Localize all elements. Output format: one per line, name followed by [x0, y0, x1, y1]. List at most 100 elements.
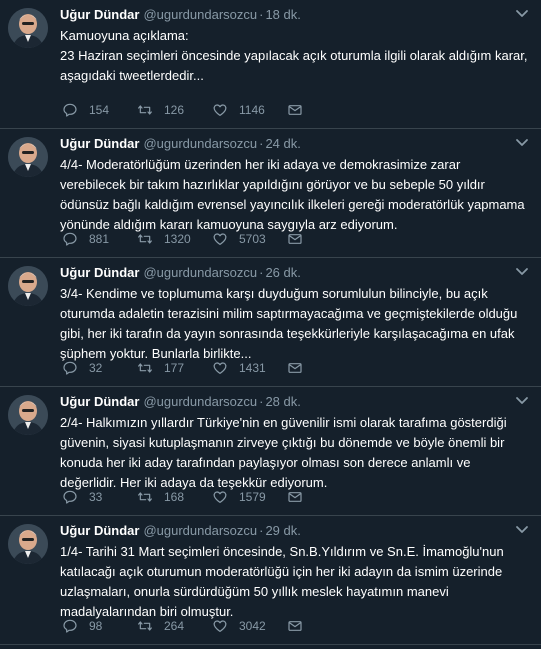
tweet-text: 2/4- Halkımızın yıllardır Türkiye'nin en… — [60, 415, 507, 490]
retweet-count: 264 — [164, 619, 185, 633]
avatar[interactable] — [8, 524, 48, 564]
reply-count: 881 — [89, 232, 110, 246]
direct-message-button[interactable] — [287, 489, 314, 505]
chevron-down-icon[interactable] — [515, 267, 529, 277]
envelope-icon — [288, 105, 302, 115]
retweet-count: 126 — [164, 103, 185, 117]
reply-icon — [63, 232, 77, 246]
tweet-actions: 881 1320 5703 — [62, 231, 314, 247]
tweet-actions: 98 264 3042 — [62, 618, 314, 634]
author-name[interactable]: Uğur Dündar — [60, 7, 139, 22]
tweet-text: 4/4- Moderatörlüğüm üzerinden her iki ad… — [60, 157, 525, 232]
author-name[interactable]: Uğur Dündar — [60, 265, 139, 280]
tweet[interactable]: Uğur Dündar @ugurdundarsozcu · 26 dk. 3/4- … — [0, 258, 541, 387]
author-handle[interactable]: @ugurdundarsozcu — [143, 523, 257, 538]
chevron-down-icon[interactable] — [515, 9, 529, 19]
author-handle[interactable]: @ugurdundarsozcu — [143, 136, 257, 151]
heart-icon — [213, 491, 227, 503]
reply-icon — [63, 619, 77, 633]
avatar-photo — [8, 137, 48, 177]
tweet[interactable]: Uğur Dündar @ugurdundarsozcu · 28 dk. 2/4- … — [0, 387, 541, 516]
reply-button[interactable]: 33 — [62, 489, 137, 505]
tweet-timestamp[interactable]: 24 dk. — [265, 136, 300, 151]
chevron-down-icon[interactable] — [515, 396, 529, 406]
author-handle[interactable]: @ugurdundarsozcu — [143, 394, 257, 409]
retweet-button[interactable]: 264 — [137, 618, 212, 634]
direct-message-button[interactable] — [287, 231, 314, 247]
tweet[interactable]: Uğur Dündar @ugurdundarsozcu · 18 dk. Kamuo… — [0, 0, 541, 129]
author-handle[interactable]: @ugurdundarsozcu — [143, 265, 257, 280]
like-button[interactable]: 1579 — [212, 489, 287, 505]
retweet-count: 177 — [164, 361, 185, 375]
envelope-icon — [288, 234, 302, 244]
tweet-timestamp[interactable]: 29 dk. — [265, 523, 300, 538]
retweet-button[interactable]: 126 — [137, 102, 212, 118]
avatar[interactable] — [8, 266, 48, 306]
retweet-icon — [138, 234, 152, 244]
tweet[interactable]: Uğur Dündar @ugurdundarsozcu · 24 dk. 4/4- … — [0, 129, 541, 258]
chevron-down-icon[interactable] — [515, 525, 529, 535]
reply-button[interactable]: 881 — [62, 231, 137, 247]
reply-count: 154 — [89, 103, 110, 117]
retweet-icon — [138, 492, 152, 502]
avatar[interactable] — [8, 8, 48, 48]
retweet-icon — [138, 105, 152, 115]
tweet-actions: 154 126 1146 — [62, 102, 314, 118]
retweet-count: 168 — [164, 490, 185, 504]
envelope-icon — [288, 363, 302, 373]
reply-count: 98 — [89, 619, 103, 633]
tweet-text: 1/4- Tarihi 31 Mart seçimleri öncesinde,… — [60, 544, 504, 619]
retweet-button[interactable]: 177 — [137, 360, 212, 376]
heart-icon — [213, 620, 227, 632]
separator-dot: · — [259, 265, 264, 280]
direct-message-button[interactable] — [287, 360, 314, 376]
avatar[interactable] — [8, 137, 48, 177]
tweet-text: 3/4- Kendime ve toplumuma karşı duyduğum… — [60, 286, 518, 361]
like-button[interactable]: 1146 — [212, 102, 287, 118]
separator-dot: · — [259, 7, 264, 22]
author-name[interactable]: Uğur Dündar — [60, 394, 139, 409]
avatar-photo — [8, 266, 48, 306]
separator-dot: · — [259, 523, 264, 538]
retweet-count: 1320 — [164, 232, 191, 246]
avatar-photo — [8, 8, 48, 48]
tweet-actions: 33 168 1579 — [62, 489, 314, 505]
reply-icon — [63, 490, 77, 504]
avatar[interactable] — [8, 395, 48, 435]
reply-button[interactable]: 98 — [62, 618, 137, 634]
envelope-icon — [288, 492, 302, 502]
retweet-icon — [138, 621, 152, 631]
avatar-photo — [8, 395, 48, 435]
separator-dot: · — [259, 394, 264, 409]
reply-button[interactable]: 32 — [62, 360, 137, 376]
like-count: 1431 — [239, 361, 266, 375]
like-button[interactable]: 3042 — [212, 618, 287, 634]
envelope-icon — [288, 621, 302, 631]
direct-message-button[interactable] — [287, 618, 314, 634]
retweet-button[interactable]: 1320 — [137, 231, 212, 247]
reply-icon — [63, 361, 77, 375]
heart-icon — [213, 104, 227, 116]
retweet-button[interactable]: 168 — [137, 489, 212, 505]
reply-button[interactable]: 154 — [62, 102, 137, 118]
author-name[interactable]: Uğur Dündar — [60, 136, 139, 151]
tweet[interactable]: Uğur Dündar @ugurdundarsozcu · 29 dk. 1/4- … — [0, 516, 541, 645]
tweet-timestamp[interactable]: 28 dk. — [265, 394, 300, 409]
like-count: 1146 — [239, 103, 265, 117]
tweet-feed: Uğur Dündar @ugurdundarsozcu · 18 dk. Kamuo… — [0, 0, 541, 645]
author-handle[interactable]: @ugurdundarsozcu — [143, 7, 257, 22]
like-count: 3042 — [239, 619, 266, 633]
tweet-timestamp[interactable]: 18 dk. — [265, 7, 300, 22]
heart-icon — [213, 233, 227, 245]
separator-dot: · — [259, 136, 264, 151]
like-count: 1579 — [239, 490, 266, 504]
direct-message-button[interactable] — [287, 102, 314, 118]
chevron-down-icon[interactable] — [515, 138, 529, 148]
reply-count: 32 — [89, 361, 103, 375]
like-button[interactable]: 5703 — [212, 231, 287, 247]
tweet-timestamp[interactable]: 26 dk. — [265, 265, 300, 280]
reply-icon — [63, 103, 77, 117]
author-name[interactable]: Uğur Dündar — [60, 523, 139, 538]
like-count: 5703 — [239, 232, 266, 246]
like-button[interactable]: 1431 — [212, 360, 287, 376]
